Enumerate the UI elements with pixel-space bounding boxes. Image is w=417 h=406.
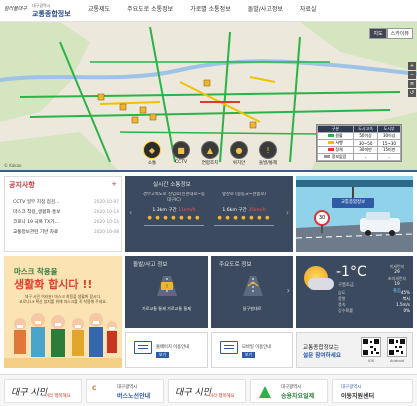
- footer-link-car-day[interactable]: 대구광역시 승용차요일제: [250, 379, 328, 403]
- qr-icon: [363, 339, 379, 355]
- next-arrow-icon[interactable]: ›: [286, 208, 289, 217]
- page: 컬러풀대구 대구광역시 교통종합정보 교통제도 주요도로 소통정보 가로별 소통…: [0, 0, 417, 406]
- nav-item-archive[interactable]: 자료실: [300, 4, 317, 13]
- accident-panel[interactable]: 돌발/사고 정보 ! 가로교통 통제 가로교통 통제: [125, 256, 208, 328]
- view-button[interactable]: 보기: [156, 352, 169, 358]
- list-item[interactable]: 마스크 착용_생활화 홍보 2020-10-14: [13, 207, 119, 217]
- footer-link-daegu-slogan[interactable]: 대구 시민 이라 행복해요: [4, 379, 82, 403]
- route-divider: [144, 225, 204, 226]
- cctv-icon: ■: [172, 141, 190, 159]
- footer-links: 대구 시민 이라 행복해요 C 대구광역시 버스노선안내 대구 시민 이라 행복…: [0, 374, 417, 406]
- list-item[interactable]: 코로나 19 극복 TX가... 2020-10-14: [13, 217, 119, 227]
- legend-swatch: [328, 134, 335, 137]
- nav-item-incident[interactable]: 돌발/사고정보: [248, 4, 283, 13]
- zoom-in-icon[interactable]: +: [408, 62, 416, 70]
- list-item[interactable]: CCTV 일부 지점 점검... 2020-10-07: [13, 197, 119, 207]
- route-card[interactable]: 경부고속도로 진입로(신천대로~동대구IC) 1.3km 구간 11km/h ●…: [143, 192, 205, 226]
- panel-title: 주요도로 정보: [219, 262, 252, 268]
- survey-card[interactable]: 교통종합정보는 설문 참여하세요 iOS Android: [296, 332, 413, 368]
- road-illustration: [296, 176, 413, 252]
- traffic-legend: 구분 도시고속 도시부 원활 50이상 30이상 서행 30~50 15~30 …: [316, 124, 402, 162]
- incident-icon: !: [259, 141, 277, 159]
- speed-limit-sign: 30: [318, 215, 326, 221]
- cam-sign: 교통종합정보: [340, 200, 366, 205]
- map-category-joint[interactable]: ▲ 연합조치: [198, 141, 222, 166]
- road-closure-icon: !: [157, 276, 177, 296]
- nav-item-main-road[interactable]: 주요도로 소통정보: [127, 4, 173, 13]
- realtime-traffic-panel: 실시간 소통정보 ‹ › 경부고속도로 진입로(신천대로~동대구IC) 1.3k…: [125, 176, 293, 252]
- map-attribution: © Kakao: [4, 163, 22, 168]
- site-logo[interactable]: 컬러풀대구 대구광역시 교통종합정보: [4, 2, 71, 20]
- map-category-bar: ◆ 소통 ■ CCTV ▲ 연합조치 ● 위치안 ! 돌발/통제: [140, 141, 285, 166]
- legend-swatch: [328, 141, 335, 144]
- legend-row: 원활 50이상 30이상: [317, 132, 401, 140]
- weather-panel: -1°C 구름조금 습도 45% 풍향 북서 풍속 1.5m/s 강수확률 0% 미세먼…: [296, 256, 413, 328]
- notice-more-button[interactable]: +: [111, 180, 117, 188]
- homepage-guide-card[interactable]: 홈페이지 이용안내 보기: [125, 332, 208, 368]
- panel-title: 실시간 소통정보: [153, 182, 191, 188]
- legend-row: 정체 30미만 15미만: [317, 146, 401, 154]
- main-navigation: 교통제도 주요도로 소통정보 가로별 소통정보 돌발/사고정보 자료실: [88, 4, 333, 13]
- footer-link-mobility-center[interactable]: 대구광역시 이동지원센터: [332, 379, 413, 403]
- colorful-daegu-logo: 컬러풀대구: [4, 6, 28, 12]
- logo-text: 대구광역시 교통종합정보: [32, 3, 71, 18]
- legend-swatch: [324, 155, 331, 158]
- footer-link-daegu-slogan-2[interactable]: 대구 시민 이라 행복해요: [168, 379, 246, 403]
- qr-code-android[interactable]: [387, 337, 407, 357]
- location-icon: ●: [230, 141, 248, 159]
- triangle-logo-icon: [259, 386, 271, 398]
- mask-banner[interactable]: 마스크 착용을 생활화 합시다 !! 대구 시민 여러분! 마스크 착용을 생활…: [4, 256, 122, 368]
- road-info-panel[interactable]: 주요도로 정보 달구벌대로 ›: [211, 256, 293, 328]
- panel-title: 돌발/사고 정보: [133, 262, 168, 268]
- road-icon: [243, 276, 263, 296]
- mobile-guide-card[interactable]: 모바일 이용안내 보기: [211, 332, 293, 368]
- traffic-icon: ◆: [143, 141, 161, 159]
- cloud-icon: [308, 278, 334, 290]
- skyview-button[interactable]: 스카이뷰: [386, 28, 413, 39]
- weather-description: 구름조금: [338, 283, 354, 288]
- svg-text:!: !: [166, 284, 168, 290]
- map-category-cctv[interactable]: ■ CCTV: [169, 141, 193, 166]
- qr-code-ios[interactable]: [361, 337, 381, 357]
- legend-row: 정보없음 - -: [317, 153, 401, 161]
- notice-list: CCTV 일부 지점 점검... 2020-10-07 마스크 착용_생활화 홍…: [13, 197, 119, 237]
- mobile-icon: [220, 341, 238, 354]
- air-quality: 미세먼지 29 초미세먼지 19 좋음: [387, 264, 407, 294]
- map-view-button[interactable]: 지도: [369, 28, 387, 39]
- prev-arrow-icon[interactable]: ‹: [129, 208, 132, 217]
- map-view-toggle: 지도 스카이뷰: [369, 28, 413, 39]
- footer-link-bus-route[interactable]: C 대구광역시 버스노선안내: [86, 379, 164, 403]
- list-item[interactable]: 교통정보관련 기반 자료 2020-10-08: [13, 227, 119, 237]
- reset-icon[interactable]: ↺: [408, 89, 416, 97]
- qr-icon: [389, 339, 405, 355]
- legend-swatch: [328, 148, 335, 151]
- legend-row: 서행 30~50 15~30: [317, 139, 401, 147]
- people-illustration: [4, 313, 122, 368]
- route-divider: [214, 225, 274, 226]
- monitor-icon: [134, 341, 152, 354]
- map-category-incident[interactable]: ! 돌발/통제: [256, 141, 280, 166]
- notice-panel: 공지사항 + CCTV 일부 지점 점검... 2020-10-07 마스크 착…: [4, 176, 122, 252]
- colorful-daegu-logo: C: [92, 385, 97, 392]
- layers-icon[interactable]: ≡: [408, 80, 416, 88]
- notice-title: 공지사항: [9, 181, 35, 189]
- nav-item-traffic-system[interactable]: 교통제도: [88, 4, 110, 13]
- view-button[interactable]: 보기: [242, 352, 255, 358]
- nav-item-street[interactable]: 가로별 소통정보: [190, 4, 231, 13]
- map-category-traffic[interactable]: ◆ 소통: [140, 141, 164, 166]
- map-tools: + − ≡ ↺: [408, 62, 416, 98]
- map-category-location[interactable]: ● 위치안: [227, 141, 251, 166]
- joint-action-icon: ▲: [201, 141, 219, 159]
- traffic-illustration[interactable]: 교통종합정보 30: [296, 176, 413, 252]
- weather-row: 강수확률 0%: [338, 308, 410, 313]
- traffic-map[interactable]: 지도 스카이뷰 + − ≡ ↺ ◆ 소통 ■ CCTV ▲ 연합조치 ● 위치안…: [0, 22, 417, 172]
- route-card[interactable]: 앞산로 (중동교~현충로) 1.6km 구간 35km/h ● ● ● ● ● …: [213, 192, 275, 226]
- site-header: 컬러풀대구 대구광역시 교통종합정보 교통제도 주요도로 소통정보 가로별 소통…: [0, 0, 417, 22]
- next-arrow-icon[interactable]: ›: [287, 286, 290, 295]
- temperature: -1°C: [336, 264, 367, 280]
- zoom-out-icon[interactable]: −: [408, 71, 416, 79]
